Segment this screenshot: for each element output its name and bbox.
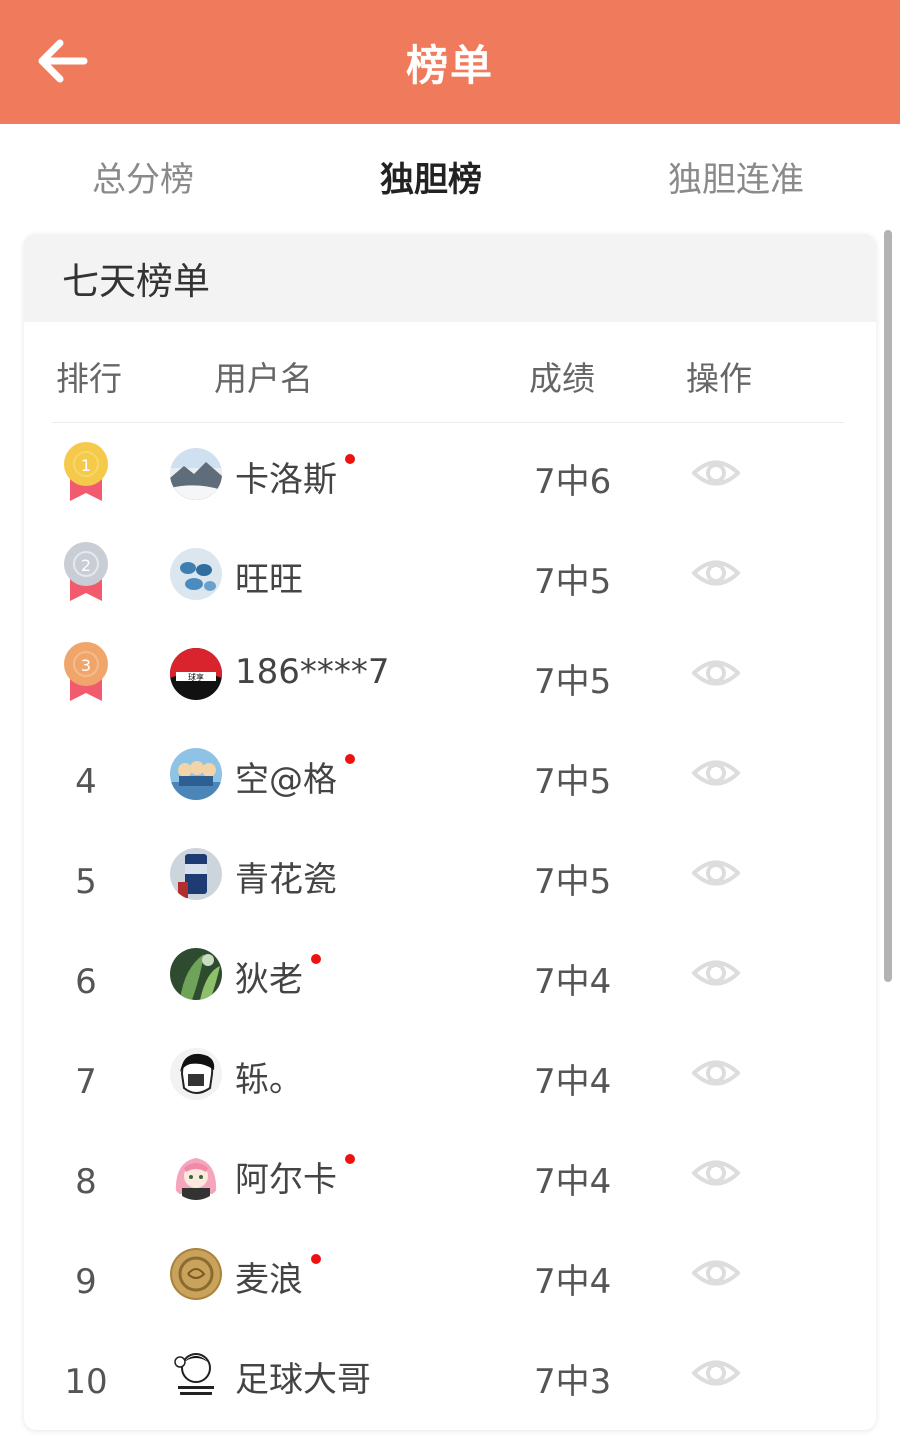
username[interactable]: 轹。 xyxy=(235,1052,303,1101)
table-row[interactable]: 4 空@格 7中5 xyxy=(24,734,876,834)
score: 7中6 xyxy=(534,462,612,502)
username-text: 足球大哥 xyxy=(235,1360,371,1400)
avatar[interactable] xyxy=(170,1348,222,1400)
eye-icon[interactable] xyxy=(692,856,740,890)
table-row[interactable]: 7 轹。 7中4 xyxy=(24,1034,876,1134)
score: 7中5 xyxy=(534,762,612,802)
tab-single-bet-streak[interactable]: 独胆连准 xyxy=(668,152,804,201)
score: 7中5 xyxy=(534,862,612,902)
username-text: 青花瓷 xyxy=(235,860,337,900)
username[interactable]: 青花瓷 xyxy=(235,852,337,901)
username[interactable]: 186****7 xyxy=(235,652,390,692)
score: 7中4 xyxy=(534,1262,612,1302)
rank-number: 10 xyxy=(64,1362,108,1402)
scrollbar[interactable] xyxy=(884,230,892,982)
column-header-username: 用户名 xyxy=(214,359,313,398)
red-dot-badge xyxy=(311,1254,321,1264)
gold-medal-icon: 1 xyxy=(64,442,108,501)
column-header-action: 操作 xyxy=(686,359,752,398)
column-header-rank: 排行 xyxy=(56,359,122,398)
table-row[interactable]: 6 狄老 7中4 xyxy=(24,934,876,1034)
bronze-medal-icon: 3 xyxy=(64,642,108,701)
username-text: 卡洛斯 xyxy=(235,460,337,500)
avatar[interactable] xyxy=(170,548,222,600)
score: 7中3 xyxy=(534,1362,612,1402)
avatar[interactable]: 球享 xyxy=(170,648,222,700)
username-text: 麦浪 xyxy=(235,1260,303,1300)
avatar[interactable] xyxy=(170,1248,222,1300)
eye-icon[interactable] xyxy=(692,1156,740,1190)
username[interactable]: 阿尔卡 xyxy=(235,1152,355,1201)
eye-icon[interactable] xyxy=(692,556,740,590)
rank-number: 6 xyxy=(75,962,97,1002)
username[interactable]: 狄老 xyxy=(235,952,321,1001)
svg-text:3: 3 xyxy=(81,656,91,675)
top-bar: 榜单 xyxy=(0,0,900,124)
arrow-left-icon[interactable] xyxy=(34,36,90,86)
eye-icon[interactable] xyxy=(692,956,740,990)
svg-text:1: 1 xyxy=(81,456,91,475)
username[interactable]: 空@格 xyxy=(235,752,355,801)
rank-number: 7 xyxy=(75,1062,97,1102)
rank-number: 4 xyxy=(75,762,97,802)
tab-single-bet[interactable]: 独胆榜 xyxy=(380,152,482,201)
rank-number: 5 xyxy=(75,862,97,902)
eye-icon[interactable] xyxy=(692,756,740,790)
svg-text:球享: 球享 xyxy=(188,672,204,682)
page-title: 榜单 xyxy=(405,40,494,90)
username-text: 阿尔卡 xyxy=(235,1160,337,1200)
username-text: 空@格 xyxy=(235,760,337,800)
svg-text:2: 2 xyxy=(81,556,91,575)
tab-bar: 总分榜 独胆榜 独胆连准 xyxy=(0,124,900,228)
eye-icon[interactable] xyxy=(692,1256,740,1290)
table-row[interactable]: 10 足球大哥 7中3 xyxy=(24,1334,876,1430)
avatar[interactable] xyxy=(170,1048,222,1100)
red-dot-badge xyxy=(345,1154,355,1164)
table-row[interactable]: 8 阿尔卡 7中4 xyxy=(24,1134,876,1234)
username-text: 轹。 xyxy=(235,1060,303,1100)
eye-icon[interactable] xyxy=(692,1056,740,1090)
silver-medal-icon: 2 xyxy=(64,542,108,601)
username-text: 186****7 xyxy=(235,652,390,692)
score: 7中4 xyxy=(534,1062,612,1102)
card-title: 七天榜单 xyxy=(62,260,210,303)
leaderboard-card: 七天榜单 排行 用户名 成绩 操作 1 卡洛斯 7中6 2 旺旺 7中5 3 球享 186***… xyxy=(24,234,876,1430)
rank-number: 9 xyxy=(75,1262,97,1302)
username[interactable]: 卡洛斯 xyxy=(235,452,355,501)
card-header: 七天榜单 xyxy=(24,234,876,322)
username[interactable]: 旺旺 xyxy=(235,552,303,601)
column-header-score: 成绩 xyxy=(529,359,595,398)
eye-icon[interactable] xyxy=(692,656,740,690)
avatar[interactable] xyxy=(170,748,222,800)
username[interactable]: 麦浪 xyxy=(235,1252,321,1301)
score: 7中4 xyxy=(534,1162,612,1202)
table-row[interactable]: 3 球享 186****7 7中5 xyxy=(24,634,876,734)
red-dot-badge xyxy=(345,754,355,764)
avatar[interactable] xyxy=(170,448,222,500)
eye-icon[interactable] xyxy=(692,456,740,490)
eye-icon[interactable] xyxy=(692,1356,740,1390)
red-dot-badge xyxy=(345,454,355,464)
score: 7中5 xyxy=(534,562,612,602)
table-row[interactable]: 9 麦浪 7中4 xyxy=(24,1234,876,1334)
avatar[interactable] xyxy=(170,1148,222,1200)
table-row[interactable]: 2 旺旺 7中5 xyxy=(24,534,876,634)
username-text: 旺旺 xyxy=(235,560,303,600)
header-divider xyxy=(52,422,844,423)
rank-number: 8 xyxy=(75,1162,97,1202)
score: 7中4 xyxy=(534,962,612,1002)
tab-total-score[interactable]: 总分榜 xyxy=(92,152,194,201)
username[interactable]: 足球大哥 xyxy=(235,1352,371,1401)
score: 7中5 xyxy=(534,662,612,702)
username-text: 狄老 xyxy=(235,960,303,1000)
table-row[interactable]: 5 青花瓷 7中5 xyxy=(24,834,876,934)
avatar[interactable] xyxy=(170,848,222,900)
avatar[interactable] xyxy=(170,948,222,1000)
table-row[interactable]: 1 卡洛斯 7中6 xyxy=(24,434,876,534)
red-dot-badge xyxy=(311,954,321,964)
